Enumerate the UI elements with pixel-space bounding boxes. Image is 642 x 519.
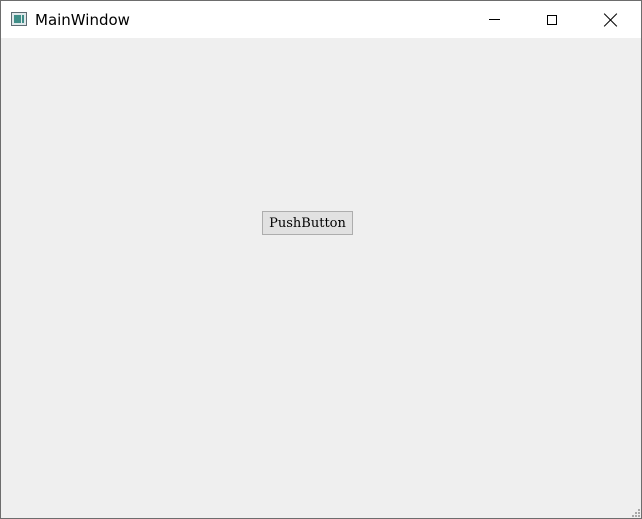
size-grip-icon[interactable] — [630, 507, 640, 517]
grip-dot — [635, 512, 637, 514]
grip-dot — [635, 515, 637, 517]
grip-dot — [638, 512, 640, 514]
app-icon-pane — [14, 15, 21, 23]
close-icon — [604, 13, 618, 27]
maximize-icon — [547, 14, 557, 25]
grip-dot — [638, 515, 640, 517]
main-window: MainWindow PushButton — [0, 0, 642, 519]
app-icon-bar — [22, 15, 24, 23]
grip-dot — [638, 509, 640, 511]
push-button[interactable]: PushButton — [262, 211, 353, 235]
window-title: MainWindow — [35, 11, 130, 29]
minimize-icon — [488, 19, 500, 20]
window-app-icon[interactable] — [11, 12, 27, 26]
client-area: PushButton — [1, 38, 641, 518]
title-bar[interactable]: MainWindow — [1, 1, 641, 38]
grip-dot — [632, 515, 634, 517]
close-button[interactable] — [582, 1, 640, 38]
maximize-button[interactable] — [523, 1, 581, 38]
minimize-button[interactable] — [465, 1, 523, 38]
